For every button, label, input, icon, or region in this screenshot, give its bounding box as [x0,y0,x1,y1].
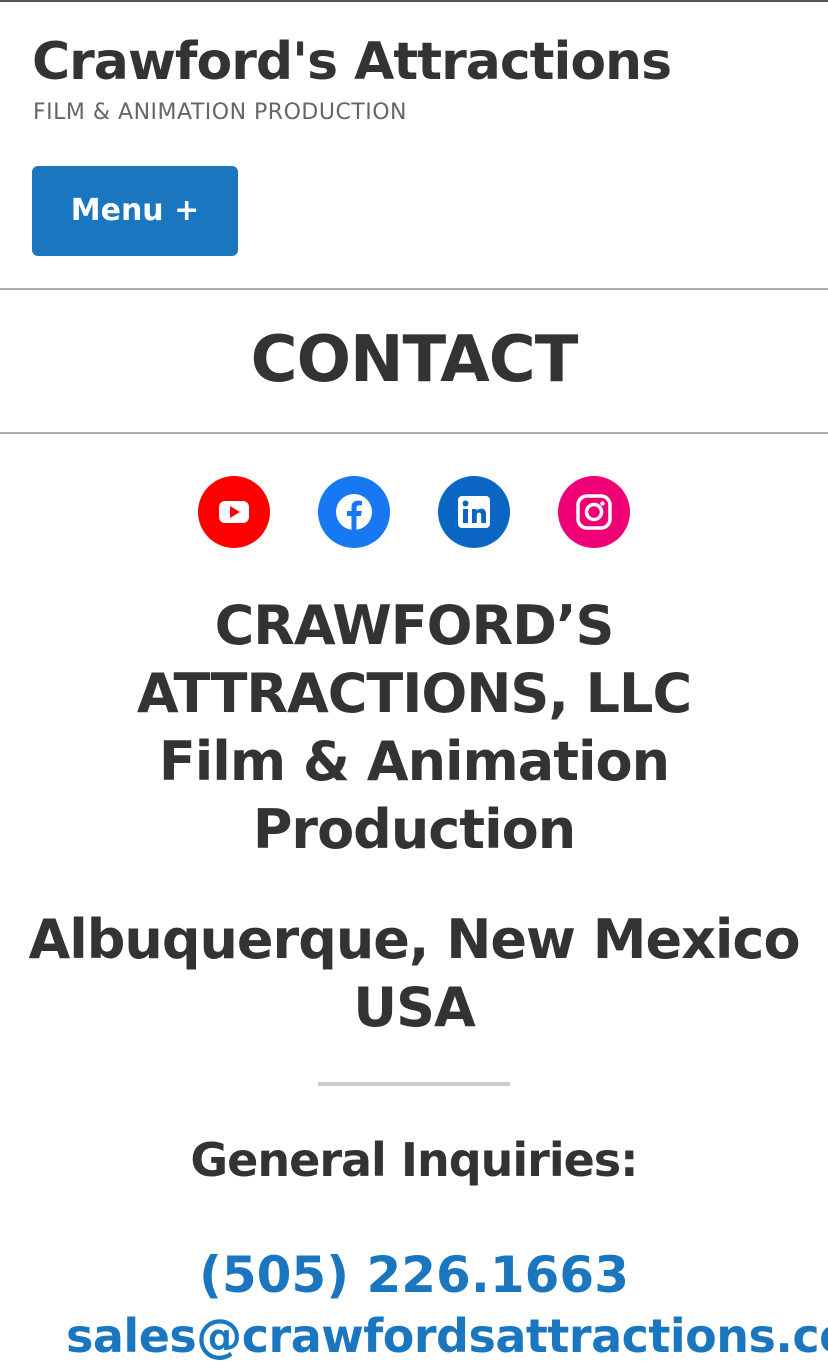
youtube-icon [219,501,249,523]
location-block: Albuquerque, New Mexico USA [0,906,828,1042]
facebook-link[interactable] [318,476,390,548]
company-name-block: CRAWFORD’S ATTRACTIONS, LLC Film & Anima… [0,592,828,864]
header-divider [0,288,828,290]
instagram-link[interactable] [558,476,630,548]
company-line: ATTRACTIONS, LLC [136,662,692,725]
phone-link[interactable]: (505) 226.1663 [0,1242,828,1308]
location-line: USA [353,976,476,1039]
page-title: CONTACT [250,323,579,397]
company-line: Production [252,798,576,861]
company-line: Film & Animation [158,730,670,793]
menu-button-label: Menu + [70,193,200,228]
company-line: CRAWFORD’S [214,594,615,657]
title-divider [0,432,828,434]
linkedin-link[interactable] [438,476,510,548]
site-tagline: FILM & ANIMATION PRODUCTION [33,100,408,125]
inquiries-heading: General Inquiries: [190,1133,638,1187]
youtube-link[interactable] [198,476,270,548]
facebook-icon [336,494,372,531]
email-link[interactable]: sales@crawfordsattractions.co [66,1304,828,1368]
menu-button[interactable]: Menu + [32,166,238,256]
social-links [0,476,828,552]
location-line: Albuquerque, New Mexico [28,908,800,971]
site-header: Crawford's Attractions FILM & ANIMATION … [0,2,828,288]
instagram-icon [576,494,612,530]
site-title[interactable]: Crawford's Attractions [32,30,672,94]
section-separator [318,1082,510,1086]
linkedin-icon [458,496,490,528]
